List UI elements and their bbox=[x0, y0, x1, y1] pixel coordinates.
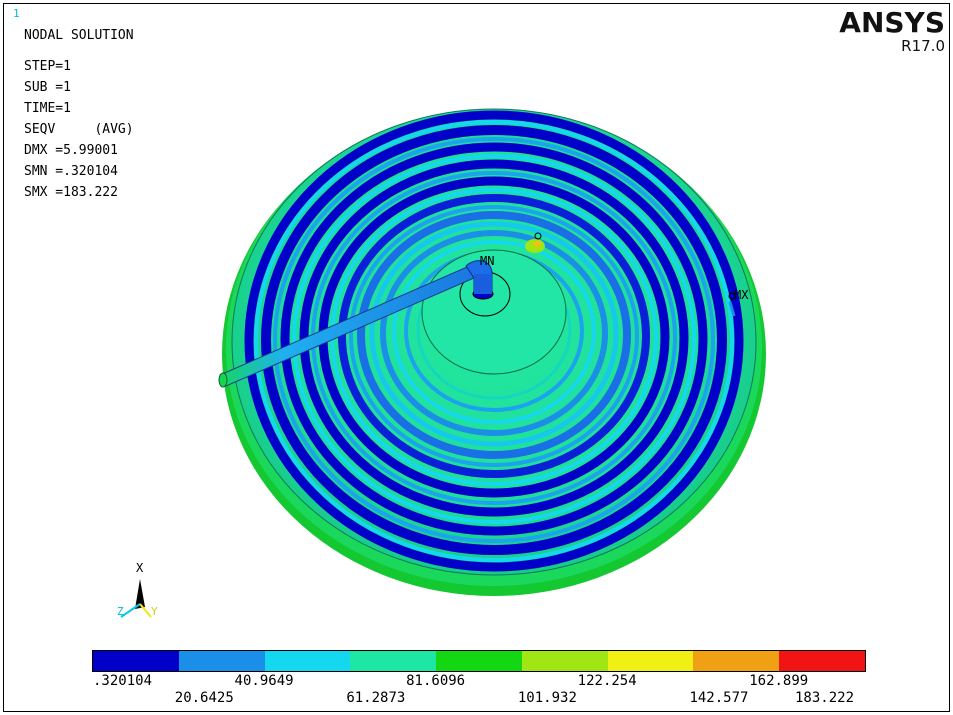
legend-value-bottom: 142.577 bbox=[689, 690, 749, 706]
legend-swatch-2 bbox=[264, 651, 351, 671]
legend-swatch-4 bbox=[436, 651, 522, 671]
graphics-window[interactable]: 1 NODAL SOLUTION STEP=1 SUB =1 TIME=1 SE… bbox=[3, 3, 950, 712]
legend-value-bottom: 183.222 bbox=[795, 690, 855, 706]
legend-swatch-6 bbox=[607, 651, 694, 671]
legend-value-top: 162.899 bbox=[749, 673, 809, 689]
legend-value-top: 122.254 bbox=[577, 673, 637, 689]
triad-z-label: Z bbox=[117, 605, 124, 618]
legend-value-top: 40.9649 bbox=[234, 673, 294, 689]
legend-value-bottom: 20.6425 bbox=[174, 690, 234, 706]
legend-swatch-1 bbox=[178, 651, 265, 671]
legend-value-top: .320104 bbox=[93, 673, 153, 689]
triad-x-label: X bbox=[136, 561, 144, 575]
legend-swatch-3 bbox=[350, 651, 437, 671]
legend-value-top: 81.6096 bbox=[406, 673, 466, 689]
legend-swatch-7 bbox=[693, 651, 780, 671]
center-plate bbox=[421, 249, 567, 375]
axis-triad: X Z Y bbox=[117, 561, 158, 618]
min-marker: MN bbox=[480, 254, 494, 268]
triad-y-label: Y bbox=[151, 605, 158, 618]
legend-swatch-0 bbox=[93, 651, 179, 671]
legend-swatch-8 bbox=[779, 651, 866, 671]
contour-legend-bar bbox=[92, 650, 866, 672]
legend-value-bottom: 61.2873 bbox=[346, 690, 406, 706]
legend-swatch-5 bbox=[521, 651, 608, 671]
max-marker: MX bbox=[734, 288, 749, 302]
legend-value-bottom: 101.932 bbox=[517, 690, 577, 706]
